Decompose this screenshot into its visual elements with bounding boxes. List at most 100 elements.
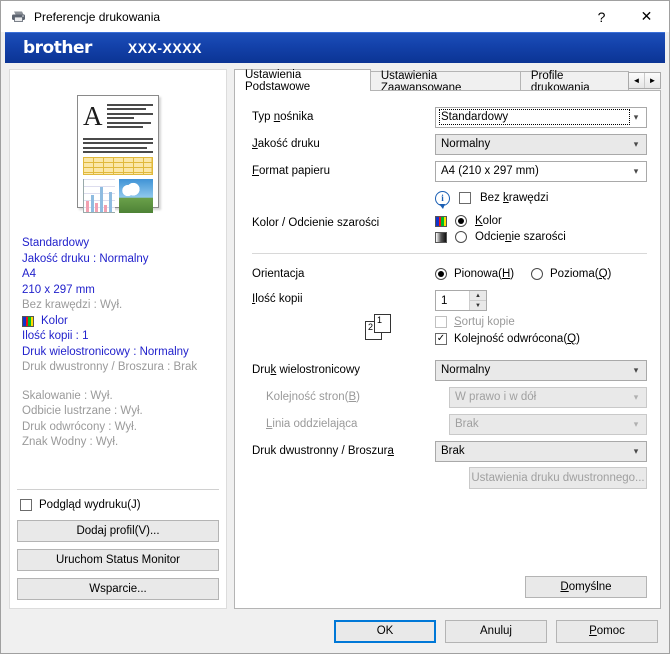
- summary-line: Ilość kopii : 1: [22, 330, 89, 342]
- summary-line: Standardowy: [22, 237, 90, 249]
- summary-color-label: Kolor: [41, 314, 68, 327]
- summary-line: Druk dwustronny / Broszura : Brak: [22, 361, 198, 373]
- reverse-order-checkbox-row[interactable]: ✓ Kolejność odwrócona(Q): [435, 333, 647, 345]
- dialog-body: A Standardowy Jakość druku: Normalny A4…: [1, 63, 669, 609]
- color-swatch-icon: [22, 315, 34, 327]
- landscape-label: Pozioma(Q): [550, 268, 612, 280]
- paper-size-value: A4 (210 x 297 mm): [441, 165, 539, 177]
- defaults-button[interactable]: Domyślne: [525, 576, 647, 598]
- summary-line: 210 x 297 mm: [22, 283, 95, 296]
- collate-checkbox[interactable]: [435, 316, 447, 328]
- borderless-checkbox[interactable]: [459, 192, 471, 204]
- paper-size-row: Format papieru A4 (210 x 297 mm) ▾: [252, 160, 647, 182]
- border-line-value: Brak: [455, 418, 479, 430]
- tab-advanced-settings[interactable]: Ustawienia Zaawansowane: [369, 70, 521, 94]
- add-profile-button[interactable]: Dodaj profil(V)...: [17, 520, 219, 542]
- preview-chart: [83, 179, 115, 213]
- chevron-down-icon: ▾: [633, 445, 639, 456]
- brother-logo: brother: [23, 38, 92, 58]
- tab-scroll-right-icon[interactable]: ►: [645, 72, 660, 88]
- status-monitor-button[interactable]: Uruchom Status Monitor: [17, 549, 219, 571]
- orientation-portrait[interactable]: Pionowa(H): [435, 268, 531, 280]
- copies-value[interactable]: 1: [436, 291, 469, 310]
- media-type-select[interactable]: Standardowy ▾: [435, 106, 647, 128]
- collate-checkbox-row[interactable]: Sortuj kopie: [435, 316, 647, 328]
- chevron-down-icon: ▾: [633, 111, 639, 122]
- color-swatch-icon: [435, 215, 447, 227]
- preview-letter: A: [83, 100, 103, 131]
- border-line-row: Linia oddzielająca Brak ▾: [252, 413, 647, 435]
- orientation-landscape[interactable]: Pozioma(Q): [531, 268, 611, 280]
- chevron-down-icon: ▾: [633, 165, 639, 176]
- multipage-label: Druk wielostronicowy: [252, 364, 361, 376]
- basic-settings-panel: Typ nośnika Standardowy ▾ Jakość druku N…: [234, 90, 661, 609]
- chevron-down-icon: ▾: [633, 418, 639, 429]
- color-radio[interactable]: [455, 215, 467, 227]
- page-order-select[interactable]: W prawo i w dół ▾: [449, 386, 647, 408]
- reverse-order-label: Kolejność odwrócona(Q): [454, 333, 580, 345]
- print-preview-checkbox[interactable]: Podgląd wydruku(J): [20, 499, 219, 511]
- help-footer-button[interactable]: Pomoc: [556, 619, 658, 643]
- media-type-row: Typ nośnika Standardowy ▾: [252, 106, 647, 128]
- page-order-label: Kolejność stron(B): [266, 391, 360, 403]
- color-option[interactable]: Kolor: [435, 215, 647, 227]
- duplex-settings-button[interactable]: Ustawienia druku dwustronnego...: [469, 467, 647, 489]
- preview-pane: A Standardowy Jakość druku: Normalny A4…: [9, 69, 227, 609]
- color-mode-label: Kolor / Odcienie szarości: [252, 217, 380, 229]
- stepper-up-icon[interactable]: ▲: [470, 291, 486, 301]
- page-order-row: Kolejność stron(B) W prawo i w dół ▾: [252, 386, 647, 408]
- portrait-radio[interactable]: [435, 268, 447, 280]
- left-actions: Podgląd wydruku(J) Dodaj profil(V)... Ur…: [10, 489, 226, 608]
- dialog-footer: OK Anuluj Pomoc: [1, 609, 669, 653]
- copies-row: Ilość kopii 1 ▲ ▼ Sortuj kopie ✓ Kolejno…: [252, 290, 647, 345]
- multipage-select[interactable]: Normalny ▾: [435, 359, 647, 381]
- brother-banner: brother XXX-XXXX: [5, 32, 665, 63]
- portrait-label: Pionowa(H): [454, 268, 515, 280]
- close-button[interactable]: ✕: [624, 1, 669, 32]
- border-line-select[interactable]: Brak ▾: [449, 413, 647, 435]
- grayscale-option[interactable]: Odcienie szarości: [435, 231, 647, 243]
- tab-print-profiles[interactable]: Profile drukowania: [519, 70, 629, 94]
- print-preview: A: [10, 70, 226, 226]
- summary-line: Znak Wodny : Wył.: [22, 436, 119, 448]
- multipage-row: Druk wielostronicowy Normalny ▾: [252, 359, 647, 381]
- landscape-radio[interactable]: [531, 268, 543, 280]
- cancel-button[interactable]: Anuluj: [445, 619, 547, 643]
- duplex-settings-row: Ustawienia druku dwustronnego...: [252, 467, 647, 489]
- copies-stepper[interactable]: 1 ▲ ▼: [435, 290, 487, 311]
- borderless-label: Bez krawędzi: [480, 192, 549, 204]
- page-order-value: W prawo i w dół: [455, 391, 537, 403]
- duplex-select[interactable]: Brak ▾: [435, 440, 647, 462]
- summary-line: Druk wielostronicowy : Normalny: [22, 345, 189, 358]
- preview-photo: [119, 179, 153, 213]
- color-option-label: Kolor: [475, 215, 502, 227]
- reverse-order-checkbox[interactable]: ✓: [435, 333, 447, 345]
- stepper-down-icon[interactable]: ▼: [470, 301, 486, 310]
- tab-scroll-left-icon[interactable]: ◄: [629, 72, 645, 88]
- duplex-row: Druk dwustronny / Broszura Brak ▾: [252, 440, 647, 462]
- print-quality-value: Normalny: [441, 138, 491, 150]
- settings-pane: Ustawienia Podstawowe Ustawienia Zaawans…: [234, 69, 661, 609]
- paper-size-label: Format papieru: [252, 165, 330, 177]
- tab-basic-settings[interactable]: Ustawienia Podstawowe: [234, 69, 371, 93]
- print-quality-select[interactable]: Normalny ▾: [435, 133, 647, 155]
- ok-button[interactable]: OK: [334, 619, 436, 643]
- preview-text-lines: [106, 101, 153, 135]
- checkbox-box[interactable]: [20, 499, 32, 511]
- support-button[interactable]: Wsparcie...: [17, 578, 219, 600]
- summary-line: Druk odwrócony : Wył.: [22, 420, 137, 433]
- grayscale-swatch-icon: [435, 231, 447, 243]
- info-icon[interactable]: i: [435, 190, 450, 209]
- page-order-page1: 1: [374, 314, 391, 333]
- duplex-label: Druk dwustronny / Broszura: [252, 445, 394, 457]
- grayscale-radio[interactable]: [455, 231, 467, 243]
- page-order-icon: 2 1: [365, 314, 395, 340]
- summary-line: Jakość druku : Normalny: [22, 252, 149, 265]
- summary-line: Bez krawędzi : Wył.: [22, 299, 123, 311]
- printer-icon: [10, 8, 27, 25]
- title-bar: Preferencje drukowania ? ✕: [1, 1, 669, 32]
- summary-line: Skalowanie : Wył.: [22, 389, 113, 402]
- paper-size-select[interactable]: A4 (210 x 297 mm) ▾: [435, 160, 647, 182]
- help-button[interactable]: ?: [579, 1, 624, 32]
- summary-color-line: Kolor: [22, 314, 216, 330]
